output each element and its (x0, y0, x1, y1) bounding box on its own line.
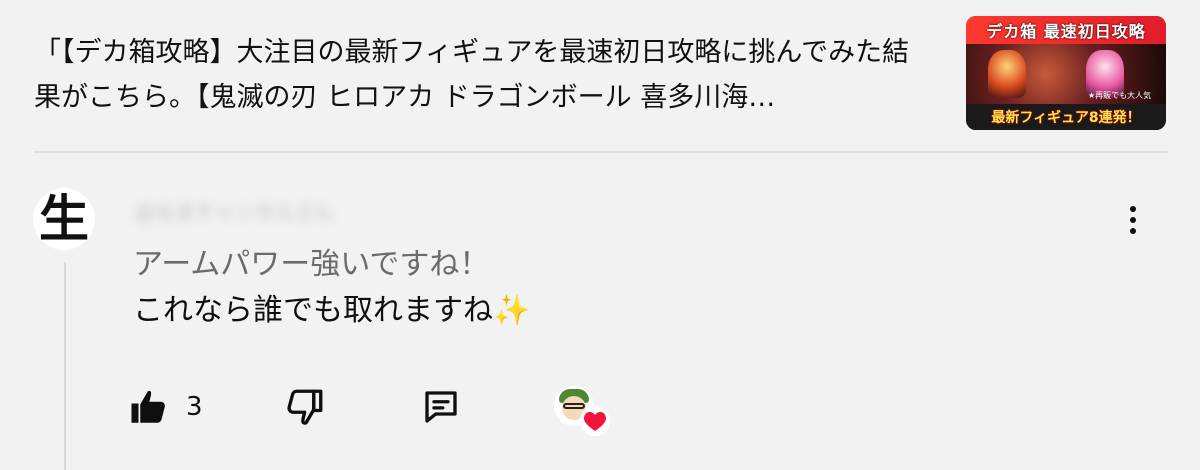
dislike-button[interactable] (284, 386, 326, 428)
heart-badge (580, 406, 610, 436)
like-button[interactable] (128, 386, 170, 428)
comment-author[interactable]: @なまチャンネルさん (135, 196, 425, 226)
comment-line: アームパワー強いですね！ (133, 247, 490, 282)
comment-actions: 3 (0, 380, 1200, 440)
creator-avatar-glasses (563, 403, 585, 409)
thumbs-up-icon (131, 390, 165, 423)
comment-text: アームパワー強いですね！ これなら誰でも取れますね✨ (133, 242, 1033, 334)
video-title[interactable]: 「【デカ箱攻略】大注目の最新フィギュアを最速初日攻略に挑んでみた結果がこちら。【… (34, 30, 934, 120)
thumbnail-bottom-text: 最新フィギュア8連発！ (966, 104, 1166, 130)
more-vertical-icon (1130, 206, 1136, 212)
video-thumbnail[interactable]: デカ箱 最速初日攻略 ★再販でも大人気 最新フィギュア8連発！ (966, 16, 1166, 130)
like-count: 3 (186, 392, 203, 422)
commenter-avatar[interactable]: 生 (33, 188, 95, 250)
reply-comment-icon (425, 391, 457, 423)
more-vertical-icon-dot (1130, 228, 1136, 234)
divider (34, 151, 1168, 153)
more-options-button[interactable] (1118, 198, 1148, 242)
thumbnail-figure-left (988, 50, 1026, 98)
thumbs-down-icon (287, 389, 323, 425)
thumbnail-top-text: デカ箱 最速初日攻略 (966, 16, 1166, 44)
comment-screen: 「【デカ箱攻略】大注目の最新フィギュアを最速初日攻略に挑んでみた結果がこちら。【… (0, 0, 1200, 470)
comment-line: これなら誰でも取れますね✨ (133, 293, 531, 328)
creator-heart-icon (584, 412, 606, 431)
creator-heart-badge[interactable] (554, 386, 614, 436)
reply-button[interactable] (420, 386, 462, 428)
thumbnail-small-text: ★再販でも大人気 (1088, 91, 1152, 100)
more-vertical-icon-dot (1130, 217, 1136, 223)
